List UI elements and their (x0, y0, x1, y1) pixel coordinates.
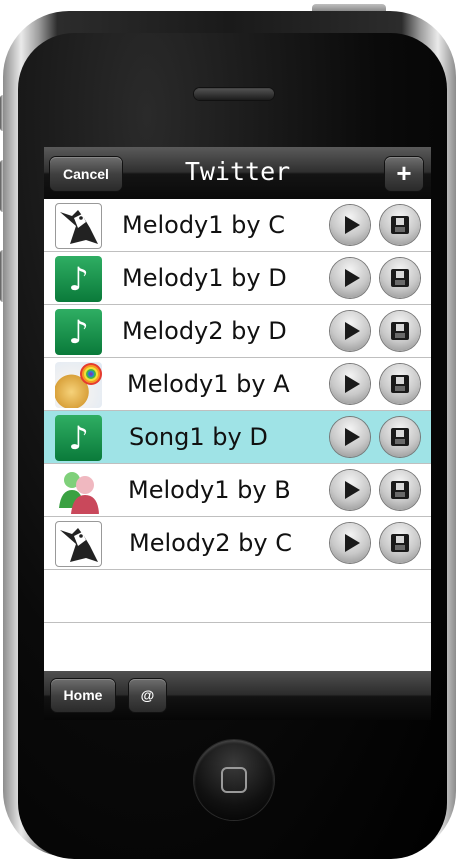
song-title: Melody2 by D (122, 317, 287, 345)
play-button[interactable] (330, 311, 370, 351)
page-title: Twitter (184, 157, 291, 186)
floppy-disk-icon (391, 428, 409, 446)
song-row[interactable]: Melody1 by B (44, 464, 431, 517)
users-icon (55, 468, 102, 514)
song-title: Melody2 by C (129, 529, 292, 557)
song-title: Melody1 by B (128, 476, 291, 504)
play-button[interactable] (330, 205, 370, 245)
save-button[interactable] (380, 523, 420, 563)
floppy-disk-icon (391, 269, 409, 287)
song-title: Melody1 by D (122, 264, 287, 292)
play-icon (345, 375, 360, 393)
song-row[interactable]: Melody2 by C (44, 517, 431, 570)
rainbow-circle-icon (55, 362, 102, 408)
play-icon (345, 269, 360, 287)
play-button[interactable] (330, 417, 370, 457)
cancel-button[interactable]: Cancel (50, 157, 122, 191)
save-button[interactable] (380, 470, 420, 510)
bird-icon (55, 521, 102, 567)
song-title: Melody1 by C (122, 211, 285, 239)
save-button[interactable] (380, 417, 420, 457)
earpiece-speaker (194, 88, 274, 100)
play-button[interactable] (330, 258, 370, 298)
play-icon (345, 481, 360, 499)
home-square-icon (221, 767, 247, 793)
save-button[interactable] (380, 311, 420, 351)
mentions-button[interactable]: @ (129, 679, 166, 712)
song-title: Melody1 by A (127, 370, 290, 398)
song-row-selected[interactable]: ♪ Song1 by D (44, 411, 431, 464)
floppy-disk-icon (391, 375, 409, 393)
music-note-icon: ♪ (55, 309, 102, 355)
save-button[interactable] (380, 205, 420, 245)
floppy-disk-icon (391, 481, 409, 499)
app-screen: Cancel Twitter + Melody1 by C ♪ Melody1 … (44, 147, 431, 720)
navigation-bar: Cancel Twitter + (44, 147, 431, 199)
play-icon (345, 534, 360, 552)
bird-icon (55, 203, 102, 249)
play-icon (345, 216, 360, 234)
song-row[interactable]: ♪ Melody1 by D (44, 252, 431, 305)
floppy-disk-icon (391, 216, 409, 234)
floppy-disk-icon (391, 322, 409, 340)
home-hardware-button (194, 740, 274, 820)
play-icon (345, 428, 360, 446)
phone-device: Cancel Twitter + Melody1 by C ♪ Melody1 … (0, 0, 459, 859)
save-button[interactable] (380, 258, 420, 298)
save-button[interactable] (380, 364, 420, 404)
song-title: Song1 by D (129, 423, 268, 451)
empty-row (44, 570, 431, 623)
home-button[interactable]: Home (51, 679, 115, 712)
add-button[interactable]: + (385, 157, 423, 191)
floppy-disk-icon (391, 534, 409, 552)
play-button[interactable] (330, 364, 370, 404)
music-note-icon: ♪ (55, 415, 102, 461)
play-button[interactable] (330, 523, 370, 563)
song-row[interactable]: ♪ Melody2 by D (44, 305, 431, 358)
song-row[interactable]: Melody1 by C (44, 199, 431, 252)
music-note-icon: ♪ (55, 256, 102, 302)
song-row[interactable]: Melody1 by A (44, 358, 431, 411)
bottom-toolbar: Home @ (44, 671, 431, 720)
play-button[interactable] (330, 470, 370, 510)
play-icon (345, 322, 360, 340)
